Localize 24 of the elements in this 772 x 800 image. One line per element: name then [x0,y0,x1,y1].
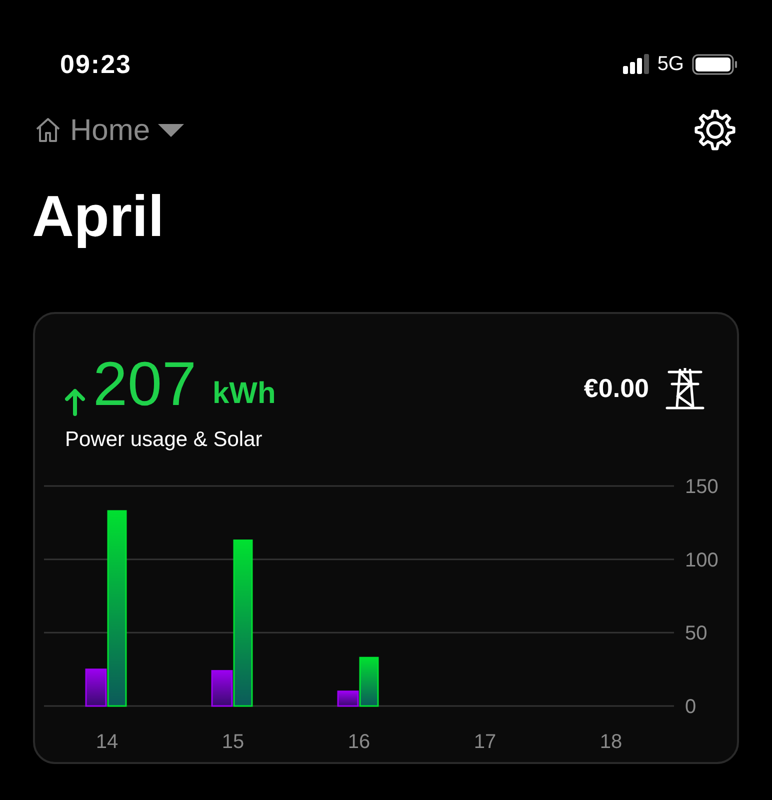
page-title: April [31,183,166,251]
axis-tick-label: 0 [685,696,696,718]
total-unit: kWh [212,376,276,412]
battery-icon [692,54,738,74]
card-subtitle: Power usage & Solar [65,426,264,453]
network-label: 5G [657,52,684,77]
axis-tick-label: 100 [685,549,718,572]
axis-tick-label: 18 [600,731,622,754]
axis-tick-label: 17 [474,731,496,754]
axis-tick-label: 16 [348,731,370,754]
axis-tick-label: 50 [685,622,708,645]
power-pylon-icon [665,368,705,410]
axis-tick-label: 15 [222,731,244,754]
signal-icon [623,54,650,74]
caret-icon [158,124,184,136]
axis-tick-label: 150 [685,476,718,498]
home-icon [34,116,62,144]
up-arrow-icon [65,388,85,416]
location-dropdown[interactable]: Home [34,108,184,152]
total-value: 207 [93,354,196,416]
cost-value: €0.00 [584,372,649,406]
status-time: 09:23 [60,48,132,80]
settings-icon[interactable] [692,107,738,153]
axis-tick-label: 14 [96,731,118,754]
